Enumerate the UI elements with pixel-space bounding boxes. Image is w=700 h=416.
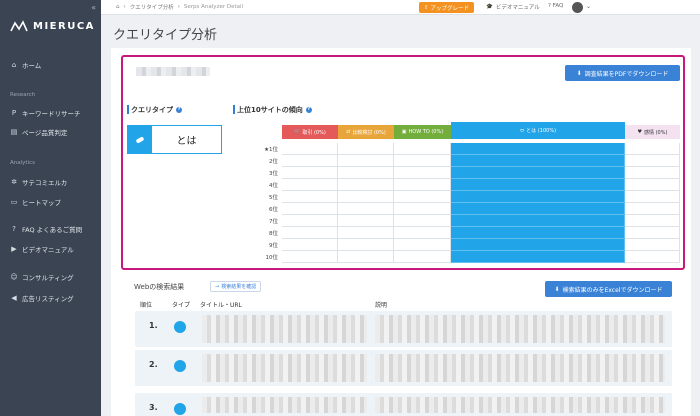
help-icon: ? [548,3,551,9]
confirm-results-link[interactable]: → 検索結果を確認 [210,281,262,292]
upgrade-button[interactable]: ⇧ アップグレード [419,2,474,13]
blurred-title[interactable] [202,315,367,343]
avatar[interactable] [572,2,583,13]
sidebar-item-label: サテコミエルカ [22,179,68,187]
header-type: タイプ [172,302,191,309]
monitor-icon: ▭ [10,198,18,206]
sidebar-item-label: キーワードリサーチ [22,110,81,118]
sidebar-item-label: コンサルティング [22,274,74,282]
arrow-right-icon: → [215,283,220,290]
graduation-cap-icon: 🎓 [486,4,493,10]
video-manual-link[interactable]: 🎓 ビデオマニュアル [486,3,540,11]
sidebar-item-home[interactable]: ⌂ ホーム [10,60,42,70]
result-rank: 3. [149,403,158,412]
sidebar: « MIERUCA ⌂ ホーム Research P キーワードリサーチ ▤ ペ… [0,0,101,416]
sidebar-section-analytics: Analytics [10,160,35,166]
sidebar-item-consulting[interactable]: ☺ コンサルティング [10,272,74,282]
blurred-title[interactable] [202,354,367,382]
result-rank: 2. [149,360,158,369]
result-rank: 1. [149,321,158,330]
sidebar-item-label: ビデオマニュアル [22,246,74,254]
faq-link[interactable]: ? FAQ [548,3,563,9]
download-icon: ⬇ [554,285,560,293]
sidebar-item-label: FAQ よくあるご質問 [22,226,83,234]
upload-icon: ⇧ [423,4,429,11]
sidebar-section-research: Research [10,92,36,98]
sidebar-item-video-manual[interactable]: ▶ ビデオマニュアル [10,244,74,254]
sidebar-item-label: ホーム [22,62,42,70]
blurred-description [375,397,665,413]
video-icon: ▶ [11,245,17,253]
logo-text: MIERUCA [33,20,95,32]
people-icon: ☺ [10,273,18,281]
sidebar-item-satecomieruka[interactable]: ✲ サテコミエルカ [10,177,67,187]
page-title: クエリタイプ分析 [113,28,218,43]
chevron-down-icon[interactable]: ⌄ [586,3,591,10]
excel-download-button[interactable]: ⬇ 検索結果のみをExcelでダウンロード [545,281,672,297]
sidebar-item-faq[interactable]: ? FAQ よくあるご質問 [10,224,82,234]
blurred-title[interactable] [202,397,367,413]
sidebar-item-listing[interactable]: ◀ 広告リスティング [10,293,74,303]
document-icon: ▤ [10,128,18,136]
pill-icon [174,403,186,415]
blurred-description [375,315,665,343]
breadcrumb-item: Serps Analyzer Detail [183,4,244,10]
sidebar-item-label: 広告リスティング [22,295,74,303]
topbar: ⌂ › クエリタイプ分析 › Serps Analyzer Detail [101,0,700,15]
breadcrumb: ⌂ › クエリタイプ分析 › Serps Analyzer Detail [116,3,244,11]
sidebar-item-heatmap[interactable]: ▭ ヒートマップ [10,197,61,207]
logo-mark-icon [10,20,28,32]
sidebar-item-label: ヒートマップ [22,199,61,207]
megaphone-icon: ◀ [11,294,17,302]
web-results-title: Webの検索結果 [134,283,185,291]
highlight-frame [121,55,685,270]
header-title-url: タイトル・URL [200,302,242,309]
home-icon: ⌂ [11,61,17,69]
pill-icon [174,321,186,333]
gear-icon: ✲ [11,178,17,186]
sidebar-item-label: ページ品質判定 [22,129,68,137]
breadcrumb-item[interactable]: クエリタイプ分析 [130,3,174,11]
header-description: 説明 [375,302,388,309]
question-icon: ? [12,225,16,233]
sidebar-item-keyword-research[interactable]: P キーワードリサーチ [10,108,81,118]
collapse-sidebar-button[interactable]: « [91,3,96,12]
home-icon[interactable]: ⌂ [116,4,120,10]
pill-icon [174,360,186,372]
header-rank: 順位 [140,302,153,309]
blurred-description [375,354,665,382]
logo[interactable]: MIERUCA [10,20,95,32]
sidebar-item-page-quality[interactable]: ▤ ページ品質判定 [10,127,68,137]
keyword-icon: P [11,109,17,117]
